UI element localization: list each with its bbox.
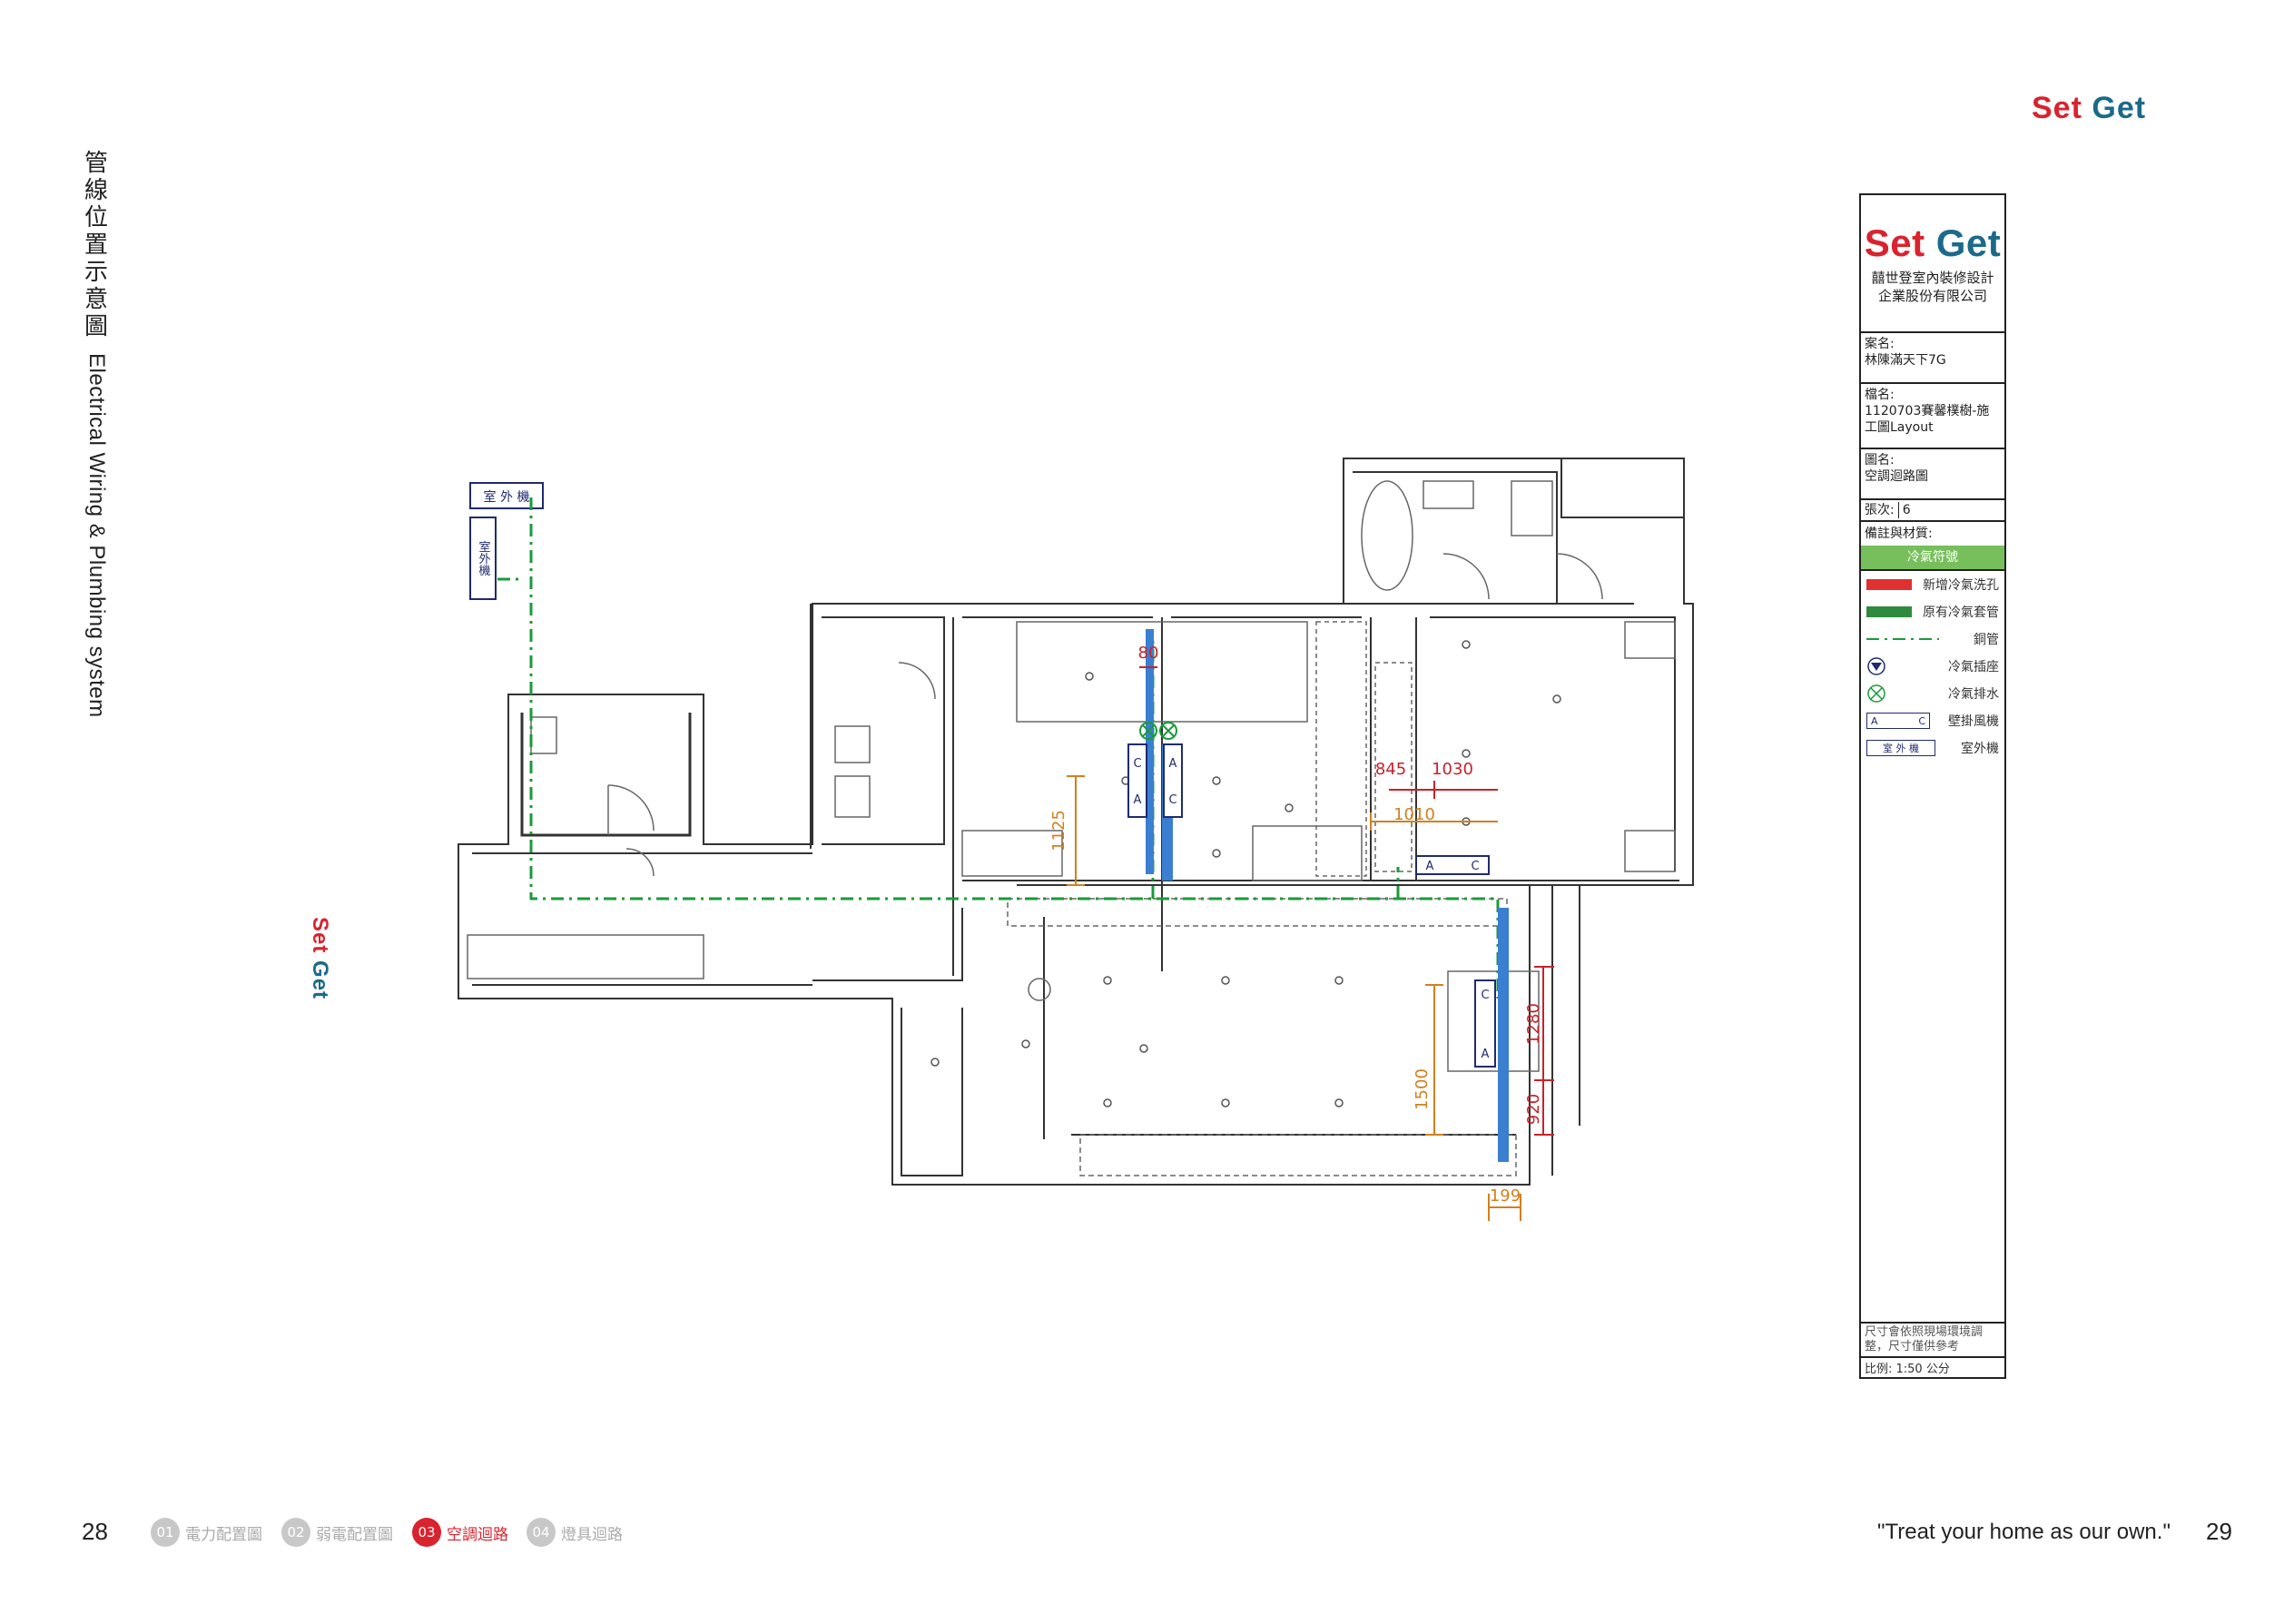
dimension-1010: 1010 (1393, 805, 1435, 824)
ac-unit-a-label-1: A (1134, 793, 1142, 807)
ac-unit-c-label-2: C (1168, 793, 1176, 807)
dimension-1280: 1280 (1524, 1003, 1543, 1045)
dimension-845: 845 (1375, 760, 1406, 779)
dimension-80: 80 (1138, 644, 1159, 663)
sheet-value: 6 (1897, 502, 1911, 518)
outdoor-unit-label: 室 外 機 (484, 489, 530, 505)
scale: 比例: 1:50 公分 (1865, 1363, 1950, 1376)
dimension-199: 199 (1490, 1186, 1521, 1206)
legend-copper-pipe: 銅管 (1861, 625, 2004, 653)
dimension-1500: 1500 (1413, 1068, 1432, 1110)
copper-pipe-route (497, 497, 1500, 999)
nav-item-hvac[interactable]: 03 空調迴路 (412, 1518, 508, 1547)
legend-drain: 冷氣排水 (1861, 680, 2004, 707)
legend: 新增冷氣洗孔 原有冷氣套管 銅管 冷氣插座 冷氣排水 A C 壁掛風機 室 外 … (1861, 571, 2004, 762)
ac-unit-a-label-2: A (1169, 757, 1177, 771)
ac-unit-a-label-4: A (1482, 1048, 1490, 1061)
ac-unit-c-label-1: C (1133, 757, 1141, 771)
nav-item-power[interactable]: 01 電力配置圖 (151, 1518, 262, 1547)
legend-outlet: 冷氣插座 (1861, 653, 2004, 680)
page-number-left: 28 (82, 1518, 108, 1545)
dimension-920: 920 (1524, 1094, 1543, 1125)
legend-title: 冷氣符號 (1861, 546, 2004, 571)
case-section: 案名: 林陳滿天下7G (1861, 333, 2004, 384)
legend-sleeve: 原有冷氣套管 (1861, 598, 2004, 625)
dimension-1030: 1030 (1432, 760, 1473, 779)
dimension-1125: 1125 (1049, 810, 1068, 851)
file-value: 1120703賽馨樸樹-施工圖Layout (1865, 404, 1990, 435)
legend-outdoor-unit: 室 外 機 室外機 (1861, 734, 2004, 762)
outdoor-unit-icon: 室 外 機 (1866, 740, 1935, 756)
nav-item-lighting[interactable]: 04 燈具迴路 (527, 1518, 623, 1547)
wall-unit-ac-band-3 (1498, 908, 1509, 1162)
case-value: 林陳滿天下7G (1865, 353, 1946, 368)
footnote: 尺寸會依照現場環境調整，尺寸僅供參考 (1861, 1324, 2004, 1358)
dash-dot-line-icon (1866, 638, 1939, 640)
title-block-brand: Set Get (1864, 221, 2002, 264)
red-bar-icon (1866, 579, 1912, 590)
tagline-quote: "Treat your home as our own." (1877, 1520, 2171, 1544)
ac-unit-a-label-3: A (1426, 860, 1434, 873)
title-block: Set Get 囍世登室內裝修設計 企業股份有限公司 案名: 林陳滿天下7G 檔… (1859, 193, 2006, 1379)
drawing-value: 空調迴路圖 (1865, 469, 1928, 484)
drain-cross-icon (1867, 684, 1885, 703)
drawing-section: 圖名: 空調迴路圖 (1861, 449, 2004, 500)
outlet-triangle-icon (1867, 657, 1885, 675)
ac-unit-c-label-4: C (1481, 989, 1489, 1002)
green-bar-icon (1866, 606, 1912, 617)
page-number-right: 29 (2206, 1518, 2232, 1545)
outdoor-unit-label-vertical: 室外機 (477, 540, 491, 576)
sheet-section: 張次: 6 (1861, 500, 2004, 522)
ac-unit-c-label-3: C (1471, 860, 1479, 873)
title-block-footer: 尺寸會依照現場環境調整，尺寸僅供參考 比例: 1:50 公分 (1861, 1322, 2004, 1377)
title-block-logo: Set Get 囍世登室內裝修設計 企業股份有限公司 (1861, 195, 2004, 333)
notes-label: 備註與材質: (1865, 527, 1933, 541)
nav-item-low-voltage[interactable]: 02 弱電配置圖 (281, 1518, 393, 1547)
legend-new-hole: 新增冷氣洗孔 (1861, 571, 2004, 598)
file-section: 檔名: 1120703賽馨樸樹-施工圖Layout (1861, 384, 2004, 449)
company-name: 囍世登室內裝修設計 企業股份有限公司 (1871, 270, 1994, 304)
wall-unit-ac-icon: A C (1866, 713, 1930, 729)
legend-wall-unit: A C 壁掛風機 (1861, 707, 2004, 734)
